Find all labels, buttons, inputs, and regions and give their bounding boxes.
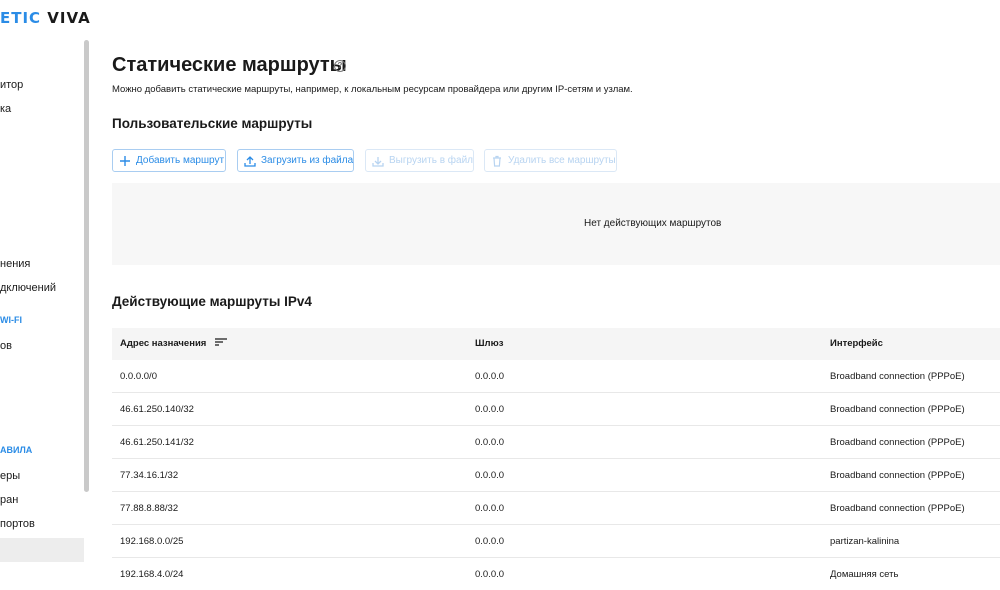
- route-gateway: 0.0.0.0: [475, 470, 505, 481]
- table-row: 46.61.250.140/32 0.0.0.0 Broadband conne…: [112, 393, 1000, 426]
- sidebar-item-clients[interactable]: ов: [0, 340, 12, 352]
- sort-icon[interactable]: [214, 338, 227, 349]
- add-route-label: Добавить маршрут: [136, 155, 225, 166]
- top-bar: ETIC VIVA: [0, 0, 1000, 40]
- route-gateway: 0.0.0.0: [475, 503, 505, 514]
- column-header-gateway[interactable]: Шлюз: [475, 338, 503, 349]
- download-icon: [372, 154, 384, 168]
- route-destination: 46.61.250.140/32: [120, 404, 194, 415]
- sidebar-scrollbar[interactable]: [84, 40, 89, 492]
- download-file-label: Выгрузить в файл: [389, 155, 473, 166]
- table-row: 0.0.0.0/0 0.0.0.0 Broadband connection (…: [112, 360, 1000, 393]
- download-file-button[interactable]: Выгрузить в файл: [365, 149, 474, 172]
- help-icon[interactable]: ?: [334, 60, 346, 72]
- brand-logo[interactable]: ETIC VIVA: [0, 9, 91, 27]
- route-gateway: 0.0.0.0: [475, 437, 505, 448]
- table-row: 192.168.4.0/24 0.0.0.0 Домашняя сеть: [112, 558, 1000, 590]
- sidebar-item-diagnostics[interactable]: ка: [0, 103, 11, 115]
- delete-all-routes-button[interactable]: Удалить все маршруты: [484, 149, 617, 172]
- sidebar-item-monitor[interactable]: итор: [0, 79, 23, 91]
- route-interface: Broadband connection (PPPoE): [830, 404, 965, 415]
- route-destination: 192.168.0.0/25: [120, 536, 184, 547]
- logo-accent-text: ETIC: [0, 9, 42, 27]
- route-gateway: 0.0.0.0: [475, 536, 505, 547]
- delete-all-routes-label: Удалить все маршруты: [508, 155, 616, 166]
- column-header-destination[interactable]: Адрес назначения: [120, 338, 227, 349]
- route-destination: 77.88.8.88/32: [120, 503, 179, 514]
- route-destination: 0.0.0.0/0: [120, 371, 157, 382]
- sidebar-item-static-routes-active[interactable]: [0, 538, 84, 562]
- route-gateway: 0.0.0.0: [475, 569, 505, 580]
- column-header-destination-label: Адрес назначения: [120, 338, 207, 350]
- upload-file-label: Загрузить из файла: [261, 155, 354, 166]
- table-row: 46.61.250.141/32 0.0.0.0 Broadband conne…: [112, 426, 1000, 459]
- logo-text: VIVA: [41, 9, 91, 27]
- plus-icon: [119, 154, 131, 168]
- table-row: 77.34.16.1/32 0.0.0.0 Broadband connecti…: [112, 459, 1000, 492]
- page-title: Статические маршруты: [112, 54, 347, 76]
- upload-file-button[interactable]: Загрузить из файла: [237, 149, 354, 172]
- table-header: Адрес назначения Шлюз Интерфейс: [112, 328, 1000, 360]
- sidebar-item-port-forwarding[interactable]: портов: [0, 518, 35, 530]
- upload-icon: [244, 154, 256, 168]
- sidebar-section-rules: АВИЛА: [0, 445, 33, 455]
- route-interface: partizan-kalinina: [830, 536, 900, 547]
- sidebar: итор ка нения дключений WI-FI ов АВИЛА е…: [0, 40, 90, 590]
- table-row: 192.168.0.0/25 0.0.0.0 partizan-kalinina: [112, 525, 1000, 558]
- column-header-interface[interactable]: Интерфейс: [830, 338, 883, 349]
- route-destination: 46.61.250.141/32: [120, 437, 194, 448]
- sidebar-item-connection-priorities[interactable]: дключений: [0, 282, 56, 294]
- add-route-button[interactable]: Добавить маршрут: [112, 149, 226, 172]
- route-gateway: 0.0.0.0: [475, 404, 505, 415]
- table-row: 77.88.8.88/32 0.0.0.0 Broadband connecti…: [112, 492, 1000, 525]
- route-interface: Broadband connection (PPPoE): [830, 470, 965, 481]
- route-interface: Broadband connection (PPPoE): [830, 503, 965, 514]
- ipv4-routes-title: Действующие маршруты IPv4: [112, 294, 312, 309]
- route-interface: Домашняя сеть: [830, 569, 899, 580]
- route-destination: 192.168.4.0/24: [120, 569, 184, 580]
- page-description: Можно добавить статические маршруты, нап…: [112, 84, 633, 95]
- user-routes-title: Пользовательские маршруты: [112, 116, 313, 131]
- sidebar-item-connections[interactable]: нения: [0, 258, 30, 270]
- sidebar-section-wifi: WI-FI: [0, 315, 22, 325]
- empty-routes-message: Нет действующих маршрутов: [584, 218, 722, 229]
- route-interface: Broadband connection (PPPoE): [830, 437, 965, 448]
- sidebar-item-firewall[interactable]: ран: [0, 494, 18, 506]
- main-content: Статические маршруты ? Можно добавить ст…: [112, 40, 1000, 590]
- sidebar-item-filters[interactable]: еры: [0, 470, 20, 482]
- route-gateway: 0.0.0.0: [475, 371, 505, 382]
- user-routes-empty-panel: [112, 183, 1000, 265]
- trash-icon: [491, 154, 503, 168]
- route-interface: Broadband connection (PPPoE): [830, 371, 965, 382]
- route-destination: 77.34.16.1/32: [120, 470, 179, 481]
